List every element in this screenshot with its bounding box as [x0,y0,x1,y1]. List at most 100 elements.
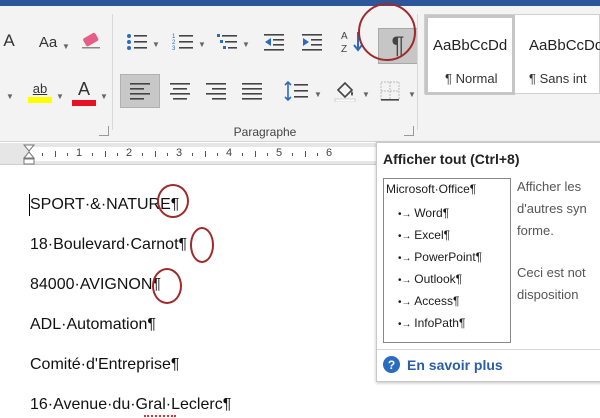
borders-button[interactable] [376,76,404,106]
font-color-bar [72,99,96,106]
align-center-icon [170,83,190,100]
ruler-tick [205,151,206,157]
font-dialog-launcher-icon[interactable] [99,126,109,136]
ruler-tick [155,151,156,157]
preview-item: •→ Excel¶ [398,228,451,242]
ruler-number: 6 [326,147,333,159]
justify-icon [242,83,262,100]
increase-indent-button[interactable] [298,30,326,54]
paragraph-dialog-launcher-icon[interactable] [404,126,414,136]
increase-indent-icon [302,34,322,51]
annotation-circle [152,268,182,304]
ruler-tick [217,153,218,156]
align-left-icon [130,83,150,100]
document-line[interactable]: Comité·d'Entreprise¶ [30,356,179,374]
bullets-dropdown-icon[interactable]: ▼ [152,40,160,49]
highlight-color-bar [28,97,52,103]
ruler-tick [67,153,68,156]
preview-item: •→ Word¶ [398,206,450,220]
preview-header: Microsoft·Office¶ [386,182,477,196]
svg-text:A: A [341,31,348,42]
ruler-tick [292,153,293,156]
align-center-button[interactable] [166,76,194,106]
eraser-icon [82,32,100,49]
document-line[interactable]: 84000·AVIGNON¶ [30,276,161,294]
ruler-tick [142,153,143,156]
font-color-button[interactable]: A [70,76,98,108]
decrease-indent-button[interactable] [260,30,288,54]
shrink-font-button[interactable]: A [0,28,18,54]
annotation-circle [157,184,189,218]
text-effects-dropdown-icon[interactable]: ▼ [6,92,14,101]
line-spacing-dropdown-icon[interactable]: ▼ [314,90,322,99]
ruler-number: 4 [226,147,233,159]
svg-text:3: 3 [172,46,176,52]
svg-text:Z: Z [341,44,347,55]
ruler-number: 3 [176,147,183,159]
style-normal[interactable]: AaBbCcDd ¶ Normal [425,15,515,95]
align-right-icon [206,83,226,100]
highlight-dropdown-icon[interactable]: ▼ [56,92,64,101]
ruler-tick [42,153,43,156]
tooltip-description: Ceci est not [517,265,586,280]
align-right-button[interactable] [202,76,230,106]
tooltip-description: d'autres syn [517,201,587,216]
paragraph-group-label: Paragraphe [233,125,297,139]
clear-formatting-button[interactable] [76,28,106,54]
spelling-error-underline [144,414,176,417]
align-left-button[interactable] [120,74,160,108]
ruler-tick [167,153,168,156]
line-spacing-button[interactable] [282,76,312,106]
preview-item: •→ Access¶ [398,294,460,308]
ruler-tick [305,151,306,157]
learn-more-link[interactable]: En savoir plus [407,357,503,373]
line-spacing-icon [284,81,308,101]
decrease-indent-icon [264,34,284,51]
document-line[interactable]: 18·Boulevard·Carnot¶ [30,236,187,254]
change-case-dropdown-icon[interactable]: ▼ [62,42,70,51]
ruler-number: 2 [126,147,133,159]
justify-button[interactable] [238,76,266,106]
numbering-button[interactable]: 123 [170,30,196,54]
ruler-number: 1 [76,147,83,159]
ruler-tick [242,153,243,156]
borders-icon [380,81,400,101]
show-all-tooltip: Afficher tout (Ctrl+8) Microsoft·Office¶… [376,142,600,382]
numbered-list-icon: 123 [172,34,193,52]
annotation-circle [358,3,416,61]
highlight-button[interactable]: ab [26,76,54,108]
bullets-button[interactable] [124,30,150,54]
document-line[interactable]: 16·Avenue·du·Gral·Leclerc¶ [30,396,231,414]
preview-item: •→ Outlook¶ [398,272,463,286]
bullet-list-icon [127,34,147,50]
tooltip-description: forme. [517,223,554,238]
tooltip-description: Afficher les [517,179,582,194]
tooltip-description: disposition [517,287,579,302]
ruler-number: 5 [276,147,283,159]
style-sample: AaBbCcDd [529,37,600,54]
ruler-tick [255,151,256,157]
ruler-tick [55,151,56,157]
preview-item: •→ InfoPath¶ [398,316,466,330]
tooltip-title: Afficher tout (Ctrl+8) [383,151,520,167]
ruler-tick [92,153,93,156]
font-color-dropdown-icon[interactable]: ▼ [100,92,108,101]
numbering-dropdown-icon[interactable]: ▼ [198,40,206,49]
preview-item: •→ PowerPoint¶ [398,250,483,264]
shading-dropdown-icon[interactable]: ▼ [362,90,370,99]
document-line[interactable]: ADL·Automation¶ [30,316,156,334]
borders-dropdown-icon[interactable]: ▼ [408,90,416,99]
ruler-tick [192,153,193,156]
ruler-tick [317,153,318,156]
tooltip-preview: Microsoft·Office¶ •→ Word¶ •→ Excel¶ •→ … [383,178,511,343]
style-name: ¶ Sans int [529,71,587,86]
shading-button[interactable] [330,74,360,106]
help-icon[interactable]: ? [383,356,400,373]
multilevel-dropdown-icon[interactable]: ▼ [242,40,250,49]
indent-marker-icon[interactable] [22,144,36,166]
multilevel-list-button[interactable] [214,30,240,54]
style-name: ¶ Normal [445,71,498,86]
multilevel-list-icon [217,34,237,49]
style-no-spacing[interactable]: AaBbCcDd ¶ Sans int [521,15,600,95]
change-case-button[interactable]: Aa [34,30,62,54]
